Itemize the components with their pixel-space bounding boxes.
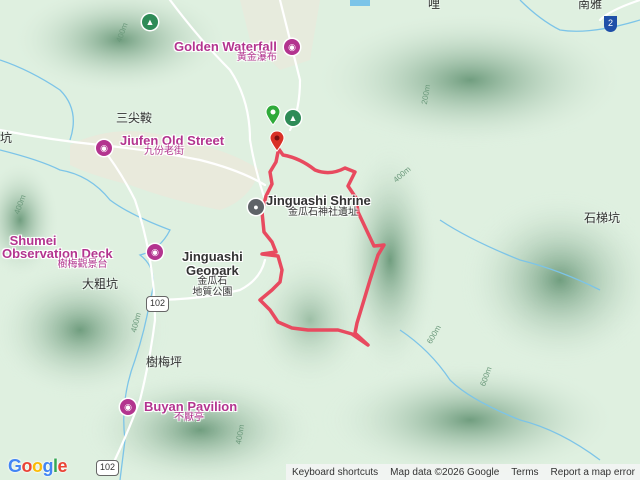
sea	[350, 0, 370, 6]
shrine-en: Jinguashi Shrine	[266, 193, 371, 208]
place-shitikeng: 石梯坑	[584, 211, 621, 225]
geopark-zh-2: 地質公園	[192, 286, 233, 298]
park-icon[interactable]: ▲	[285, 110, 301, 126]
attribution-bar: Keyboard shortcuts Map data ©2026 Google…	[286, 464, 640, 480]
poi-jiufen-old-street[interactable]: Jiufen Old Street 九份老街	[120, 134, 224, 157]
poi-jiufen-zh: 九份老街	[144, 146, 184, 157]
place-shumeiping: 樹梅坪	[146, 355, 183, 369]
place-sanjianan: 三尖鞍	[116, 111, 153, 125]
road-shield-102: 102	[96, 460, 120, 476]
poi-golden-waterfall-zh: 黃金瀑布	[236, 52, 277, 63]
google-logo[interactable]: Google	[8, 456, 68, 477]
report-error-link[interactable]: Report a map error	[545, 467, 640, 478]
place-icon[interactable]: ●	[248, 199, 264, 215]
map-data-text: Map data ©2026 Google	[390, 466, 500, 478]
poi-golden-waterfall[interactable]: Golden Waterfall 黃金瀑布	[174, 40, 277, 63]
poi-buyan-pavilion[interactable]: Buyan Pavilion 不厭亭	[144, 400, 237, 423]
camera-icon[interactable]: ◉	[96, 140, 112, 156]
landmark-jinguashi-shrine[interactable]: Jinguashi Shrine 金瓜石神社遺址	[266, 194, 371, 218]
park-icon[interactable]: ▲	[142, 14, 158, 30]
geopark-en-1: Jinguashi	[182, 249, 243, 264]
shrine-zh: 金瓜石神社遺址	[288, 206, 358, 218]
poi-buyan-zh: 不厭亭	[174, 412, 204, 423]
poi-shumei-zh: 樹梅觀景台	[57, 259, 108, 270]
terms-link[interactable]: Terms	[505, 467, 544, 478]
place-keng: 坑	[0, 131, 13, 145]
camera-icon[interactable]: ◉	[120, 399, 136, 415]
google-logo-text: Google	[8, 456, 68, 476]
place-dazukeng: 大粗坑	[82, 277, 119, 291]
place-top-right: 哩	[428, 0, 441, 11]
keyboard-shortcuts-link[interactable]: Keyboard shortcuts	[286, 467, 384, 478]
place-nanya: 南雅	[578, 0, 603, 11]
road-shield-2: 2	[604, 16, 618, 32]
poi-shumei-observation-deck[interactable]: Shumei Observation Deck 樹梅觀景台	[2, 234, 113, 270]
road-shield-102: 102	[146, 296, 170, 312]
landmark-jinguashi-geopark[interactable]: Jinguashi Geopark 金瓜石 地質公園	[182, 250, 243, 298]
camera-icon[interactable]: ◉	[147, 244, 163, 260]
camera-icon[interactable]: ◉	[284, 39, 300, 55]
